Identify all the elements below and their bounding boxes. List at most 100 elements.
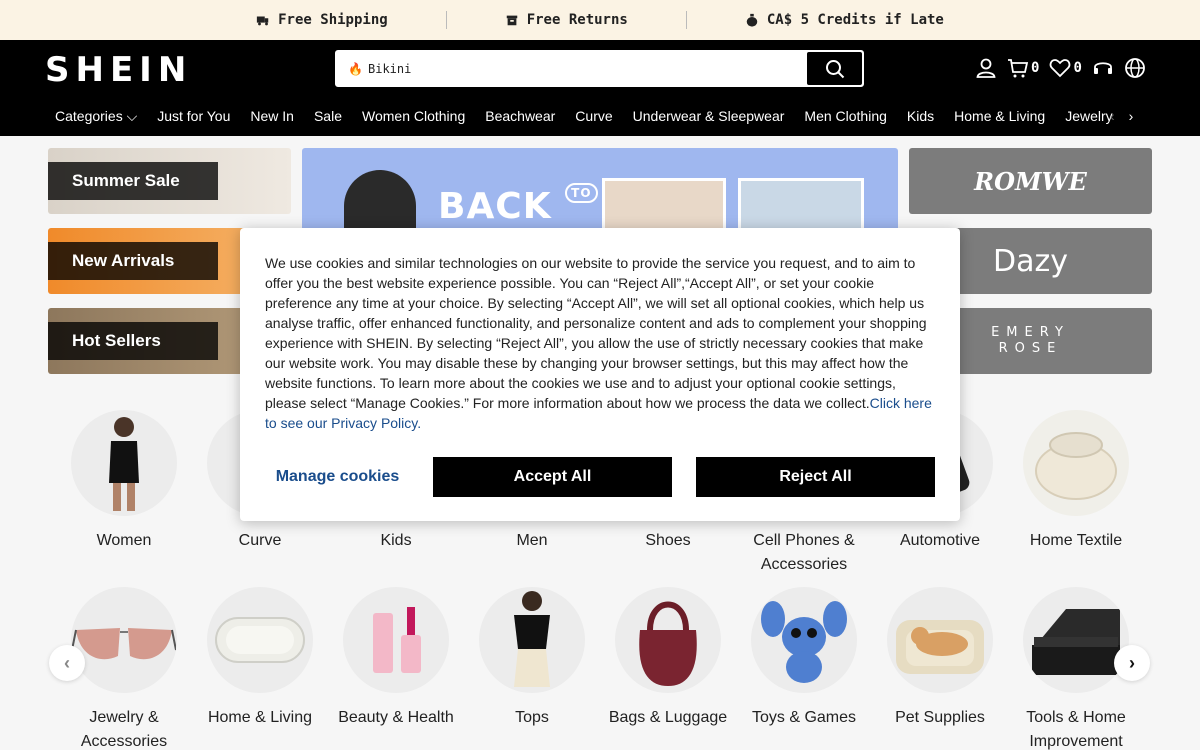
nav-curve[interactable]: Curve [565,108,622,124]
support-button[interactable] [1092,57,1114,79]
category-label: Shoes [645,532,691,549]
category-label: Kids [380,532,412,549]
category-image [615,587,721,693]
category-label: Cell Phones & Accessories [753,532,855,573]
category-label: Women [96,532,152,549]
category-image [751,587,857,693]
truck-icon [257,16,269,26]
nav-beachwear[interactable]: Beachwear [475,108,565,124]
nav-sale[interactable]: Sale [304,108,352,124]
romwe-banner[interactable]: ROMWE [909,148,1152,214]
wishlist-count: 0 [1073,60,1082,76]
category-women[interactable]: Women [56,410,192,553]
category-label: Beauty & Health [338,709,454,726]
site-header: SHEIN 🔥 0 0 Categories ⌵ Just for You Ne… [0,40,1200,136]
accept-all-button[interactable]: Accept All [433,457,672,497]
promo-strip: Free Shipping Free Returns CA$ 5 Credits… [0,0,1200,40]
search-icon [825,59,844,78]
trending-fire-icon: 🔥 [348,61,363,76]
nav-home-living[interactable]: Home & Living [944,108,1055,124]
nav-categories[interactable]: Categories ⌵ [45,108,147,125]
category-toys-games[interactable]: Toys & Games [736,587,872,730]
globe-icon [1124,58,1145,78]
banner-label: Hot Sellers [48,322,218,360]
chevron-right-icon[interactable]: › [1129,108,1134,124]
category-label: Automotive [899,532,981,549]
category-label: Bags & Luggage [608,709,728,726]
category-home-living[interactable]: Home & Living [192,587,328,730]
category-image [887,587,993,693]
nav-jewelry-accessories[interactable]: Jewelry & Accessories [1055,108,1117,124]
search-button[interactable] [807,52,862,85]
category-image [1023,587,1129,693]
cookie-message: We use cookies and similar technologies … [265,253,937,433]
category-image [1023,410,1129,516]
nav-label: Categories [55,107,123,124]
category-label: Tops [515,709,549,726]
language-button[interactable] [1124,57,1146,79]
account-button[interactable] [975,57,997,79]
nav-new-in[interactable]: New In [240,108,304,124]
cart-count: 0 [1031,60,1040,76]
cookie-consent-dialog: We use cookies and similar technologies … [240,228,960,521]
main-nav: Categories ⌵ Just for You New In Sale Wo… [45,104,1117,128]
promo-free-returns[interactable]: Free Returns [447,12,686,28]
cart-button[interactable]: 0 [1007,57,1039,79]
category-image [71,410,177,516]
banner-label: New Arrivals [48,242,218,280]
box-icon [506,15,517,26]
category-label: Men [516,532,548,549]
category-label: Home & Living [207,709,313,726]
chevron-down-icon: ⌵ [126,107,138,124]
category-bags-luggage[interactable]: Bags & Luggage [600,587,736,730]
chevron-right-icon[interactable]: › [1114,645,1150,681]
wishlist-button[interactable]: 0 [1049,57,1082,79]
hero-badge: TO [565,183,598,203]
nav-kids[interactable]: Kids [897,108,944,124]
category-image [71,587,177,693]
search-input[interactable] [368,51,807,86]
search-bar: 🔥 [335,50,864,87]
category-beauty-health[interactable]: Beauty & Health [328,587,464,730]
category-home-textile[interactable]: Home Textile [1008,410,1144,553]
category-label: Jewelry & Accessories [80,709,168,750]
user-icon [976,58,996,78]
promo-returns-label: Free Returns [526,12,628,28]
nav-men-clothing[interactable]: Men Clothing [794,108,897,124]
manage-cookies-button[interactable]: Manage cookies [265,457,410,497]
promo-free-shipping[interactable]: Free Shipping [198,12,446,28]
reject-all-button[interactable]: Reject All [696,457,935,497]
heart-icon [1050,59,1071,78]
brand-line: ROSE [998,341,1063,356]
summer-sale-banner[interactable]: Summer Sale [48,148,291,214]
category-image [479,587,585,693]
category-label: Home Textile [1029,532,1123,549]
headset-icon [1093,62,1112,74]
cart-icon [1008,59,1029,78]
shein-logo[interactable]: SHEIN [45,50,192,90]
money-bag-icon [746,13,758,27]
chevron-left-icon[interactable]: ‹ [49,645,85,681]
chevron-left-icon[interactable]: ‹ [1110,108,1115,124]
category-pet-supplies[interactable]: Pet Supplies [872,587,1008,730]
category-image [207,587,313,693]
hero-text: BACK [438,186,552,227]
brand-line: EMERY [991,325,1070,340]
nav-scroll-arrows: ‹ › [1110,104,1133,128]
promo-shipping-label: Free Shipping [278,12,388,28]
promo-credits-label: CA$ 5 Credits if Late [766,12,944,28]
category-label: Toys & Games [751,709,857,726]
category-image [343,587,449,693]
promo-credits[interactable]: CA$ 5 Credits if Late [687,12,1002,28]
nav-women-clothing[interactable]: Women Clothing [352,108,475,124]
hero-headline: BACK TO [438,183,598,227]
header-icons: 0 0 [975,57,1146,79]
category-label: Pet Supplies [895,709,985,726]
banner-label: Summer Sale [48,162,218,200]
category-label: Curve [238,532,282,549]
nav-underwear-sleepwear[interactable]: Underwear & Sleepwear [623,108,795,124]
nav-just-for-you[interactable]: Just for You [147,108,240,124]
category-tops[interactable]: Tops [464,587,600,730]
cookie-body-text: We use cookies and similar technologies … [265,255,927,411]
category-label: Tools & Home Improvement [1026,709,1126,750]
